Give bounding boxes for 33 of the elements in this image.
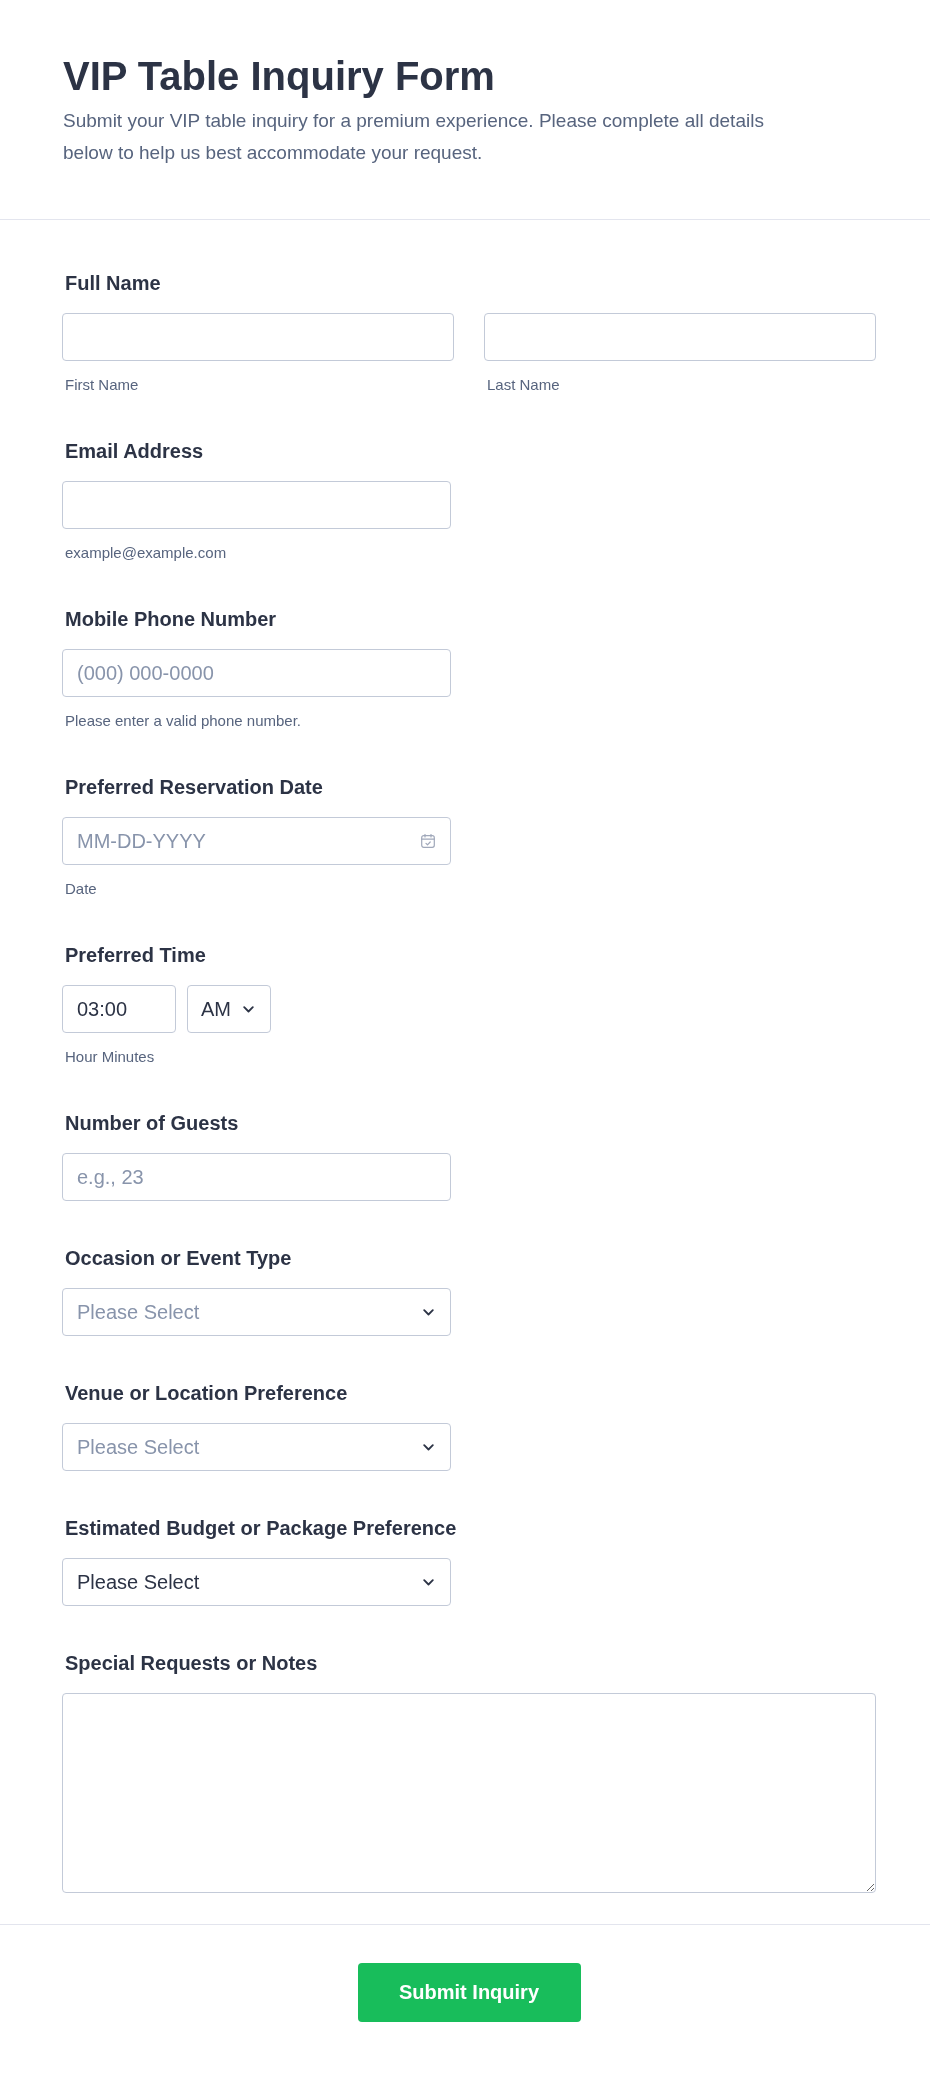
chevron-down-icon [243,1005,254,1013]
calendar-icon[interactable] [421,834,435,848]
form-description: Submit your VIP table inquiry for a premium experience. Please complete all details below to help us best accommodate your request. [63,109,765,165]
field-sublabel: Date [65,880,97,898]
field-label: Estimated Budget or Package Preference [65,1516,457,1540]
period-dropdown[interactable]: AM [187,985,271,1033]
date-input[interactable]: MM-DD-YYYY [62,817,451,865]
text-input[interactable]: (000) 000-0000 [62,649,451,697]
field-sublabel: First Name [65,376,139,394]
field-sublabel: Last Name [487,376,560,394]
field-sublabel: Please enter a valid phone number. [65,712,301,730]
time-input[interactable]: 03:00 [62,985,176,1033]
text-input[interactable] [62,481,451,529]
form-title: VIP Table Inquiry Form [63,53,495,100]
field-sublabel: example@example.com [65,544,227,562]
field-label: Email Address [65,439,204,463]
field-label: Venue or Location Preference [65,1381,348,1405]
field-sublabel: Hour Minutes [65,1048,155,1066]
field-label: Preferred Reservation Date [65,775,323,799]
field-label: Number of Guests [65,1111,239,1135]
textarea[interactable] [62,1693,876,1893]
field-label: Mobile Phone Number [65,607,277,631]
chevron-down-icon [423,1443,434,1451]
field-label: Preferred Time [65,943,206,967]
field-label: Occasion or Event Type [65,1246,292,1270]
field-label: Special Requests or Notes [65,1651,318,1675]
chevron-down-icon [423,1578,434,1586]
text-input[interactable] [484,313,876,361]
text-input[interactable]: e.g., 23 [62,1153,451,1201]
dropdown[interactable]: Please Select [62,1558,451,1606]
field-label: Full Name [65,271,161,295]
chevron-down-icon [423,1308,434,1316]
text-input[interactable] [62,313,454,361]
